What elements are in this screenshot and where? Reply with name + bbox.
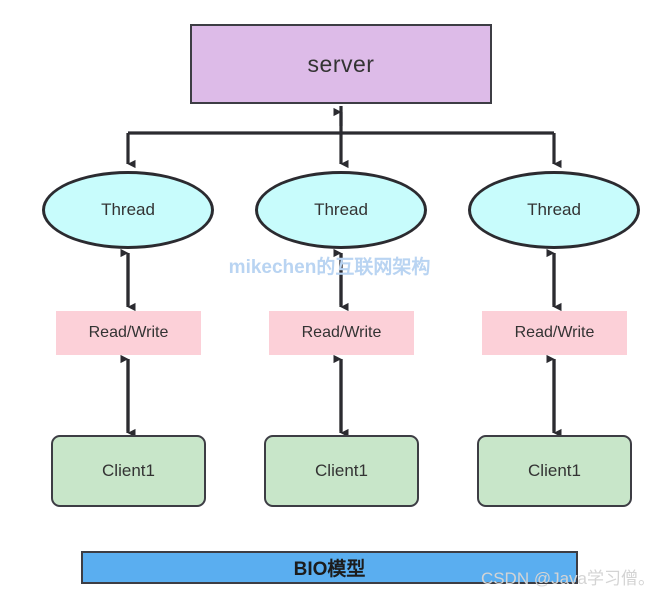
- thread-node-3[interactable]: Thread: [468, 171, 640, 249]
- thread-node-2[interactable]: Thread: [255, 171, 427, 249]
- readwrite-node-1[interactable]: Read/Write: [56, 311, 201, 355]
- client-label: Client1: [315, 461, 368, 480]
- client-label: Client1: [528, 461, 581, 480]
- server-label: server: [307, 50, 375, 77]
- client-label: Client1: [102, 461, 155, 480]
- readwrite-label: Read/Write: [514, 324, 595, 341]
- thread-label: Thread: [527, 200, 581, 219]
- diagram-title-banner: BIO模型: [81, 551, 578, 584]
- readwrite-node-3[interactable]: Read/Write: [482, 311, 627, 355]
- diagram-title: BIO模型: [293, 559, 366, 580]
- readwrite-node-2[interactable]: Read/Write: [269, 311, 414, 355]
- client-node-3[interactable]: Client1: [477, 435, 632, 507]
- client-node-1[interactable]: Client1: [51, 435, 206, 507]
- readwrite-label: Read/Write: [88, 324, 169, 341]
- thread-label: Thread: [314, 200, 368, 219]
- server-node[interactable]: server: [190, 24, 492, 104]
- readwrite-label: Read/Write: [301, 324, 382, 341]
- thread-label: Thread: [101, 200, 155, 219]
- thread-node-1[interactable]: Thread: [42, 171, 214, 249]
- client-node-2[interactable]: Client1: [264, 435, 419, 507]
